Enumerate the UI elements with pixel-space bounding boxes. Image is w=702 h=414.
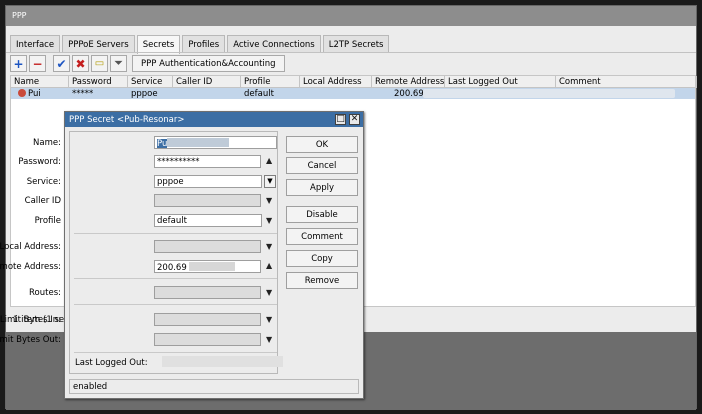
dialog-title: PPP Secret <Pub-Resonar> xyxy=(65,112,363,127)
profile-label: Profile xyxy=(34,216,61,226)
cell-name: Pui xyxy=(15,88,71,99)
dropdown-icon[interactable]: ▼ xyxy=(264,175,276,188)
cell-local-address xyxy=(300,88,372,99)
filter-icon[interactable]: ⏷ xyxy=(110,55,127,72)
expand-down-icon[interactable]: ▼ xyxy=(266,196,272,205)
close-icon[interactable]: ✕ xyxy=(349,114,360,125)
limit-bytes-in-field[interactable] xyxy=(154,313,261,326)
dropdown-icon[interactable]: ▼ xyxy=(266,216,272,225)
limit-bytes-out-field[interactable] xyxy=(154,333,261,346)
table-header: Name Password Service Caller ID Profile … xyxy=(11,76,697,88)
toolbar: + − ✔ ✖ ▭ ⏷ PPP Authentication&Accountin… xyxy=(6,52,696,74)
last-logged-out-label: Last Logged Out: xyxy=(75,358,148,368)
name-field[interactable]: Pu xyxy=(154,136,277,149)
minus-icon[interactable]: − xyxy=(29,55,46,72)
routes-field[interactable] xyxy=(154,286,261,299)
col-last-logged-out[interactable]: Last Logged Out xyxy=(445,76,556,88)
cell-caller-id xyxy=(173,88,241,99)
remote-address-field[interactable]: 200.69 xyxy=(154,260,261,273)
redacted-area xyxy=(167,138,230,147)
cell-profile: default xyxy=(244,89,274,99)
maximize-icon[interactable]: □ xyxy=(335,114,346,125)
caller-id-label: Caller ID xyxy=(24,196,61,206)
dialog-form: Name: Pu Password: ********** ▲ Service:… xyxy=(0,131,278,374)
local-address-field[interactable] xyxy=(154,240,261,253)
last-logged-out-row: Last Logged Out: xyxy=(69,351,283,373)
cell-remote-address: 200.69 xyxy=(394,89,424,99)
remote-address-label: Remote Address: xyxy=(0,262,61,272)
profile-select[interactable]: default xyxy=(154,214,262,227)
comment-button[interactable]: Comment xyxy=(286,228,358,245)
col-password[interactable]: Password xyxy=(69,76,128,88)
tab-bar: Interface PPPoE Servers Secrets Profiles… xyxy=(10,35,391,54)
service-label: Service: xyxy=(26,177,61,187)
x-icon[interactable]: ✖ xyxy=(72,55,89,72)
password-field[interactable]: ********** xyxy=(154,155,261,168)
col-profile[interactable]: Profile xyxy=(241,76,300,88)
ok-button[interactable]: OK xyxy=(286,136,358,153)
routes-label: Routes: xyxy=(29,288,61,298)
expand-down-icon[interactable]: ▼ xyxy=(266,288,272,297)
divider xyxy=(74,278,277,279)
divider xyxy=(74,233,277,234)
redacted-area xyxy=(423,89,675,98)
expand-down-icon[interactable]: ▼ xyxy=(266,335,272,344)
password-label: Password: xyxy=(18,157,61,167)
check-icon[interactable]: ✔ xyxy=(53,55,70,72)
remove-button[interactable]: Remove xyxy=(286,272,358,289)
table-row[interactable]: Pui ***** pppoe default 200.69 xyxy=(11,88,695,99)
limit-bytes-in-label: Limit Bytes In: xyxy=(0,315,61,325)
col-comment[interactable]: Comment xyxy=(556,76,697,88)
col-remote-address[interactable]: Remote Address xyxy=(372,76,445,88)
cancel-button[interactable]: Cancel xyxy=(286,157,358,174)
collapse-up-icon[interactable]: ▲ xyxy=(266,261,272,270)
name-label: Name: xyxy=(33,138,61,148)
apply-button[interactable]: Apply xyxy=(286,179,358,196)
expand-down-icon[interactable]: ▼ xyxy=(266,242,272,251)
redacted-area xyxy=(162,356,283,367)
col-local-address[interactable]: Local Address xyxy=(300,76,372,88)
redacted-area xyxy=(189,262,236,271)
collapse-up-icon[interactable]: ▲ xyxy=(266,156,272,165)
cell-service: pppoe xyxy=(131,89,158,99)
caller-id-field[interactable] xyxy=(154,194,261,207)
user-icon xyxy=(18,89,26,97)
tab-active-connections[interactable]: Active Connections xyxy=(227,35,321,53)
local-address-label: Local Address: xyxy=(0,242,61,252)
tab-profiles[interactable]: Profiles xyxy=(182,35,226,53)
disable-button[interactable]: Disable xyxy=(286,206,358,223)
limit-bytes-out-label: Limit Bytes Out: xyxy=(0,335,61,345)
tab-interface[interactable]: Interface xyxy=(10,35,61,53)
tab-l2tp-secrets[interactable]: L2TP Secrets xyxy=(322,35,390,53)
service-select[interactable]: pppoe xyxy=(154,175,262,188)
ppp-secret-dialog: PPP Secret <Pub-Resonar> □ ✕ Name: Pu Pa… xyxy=(0,111,364,399)
tab-pppoe-servers[interactable]: PPPoE Servers xyxy=(62,35,135,53)
window-title: PPP xyxy=(6,6,696,26)
ppp-authentication-accounting-button[interactable]: PPP Authentication&Accounting xyxy=(132,55,285,72)
note-icon[interactable]: ▭ xyxy=(91,55,108,72)
copy-button[interactable]: Copy xyxy=(286,250,358,267)
divider xyxy=(74,304,277,305)
col-caller-id[interactable]: Caller ID xyxy=(173,76,241,88)
col-name[interactable]: Name xyxy=(11,76,69,88)
dialog-status: enabled xyxy=(69,379,359,394)
expand-down-icon[interactable]: ▼ xyxy=(266,315,272,324)
plus-icon[interactable]: + xyxy=(10,55,27,72)
col-service[interactable]: Service xyxy=(128,76,173,88)
cell-password: ***** xyxy=(72,89,94,99)
